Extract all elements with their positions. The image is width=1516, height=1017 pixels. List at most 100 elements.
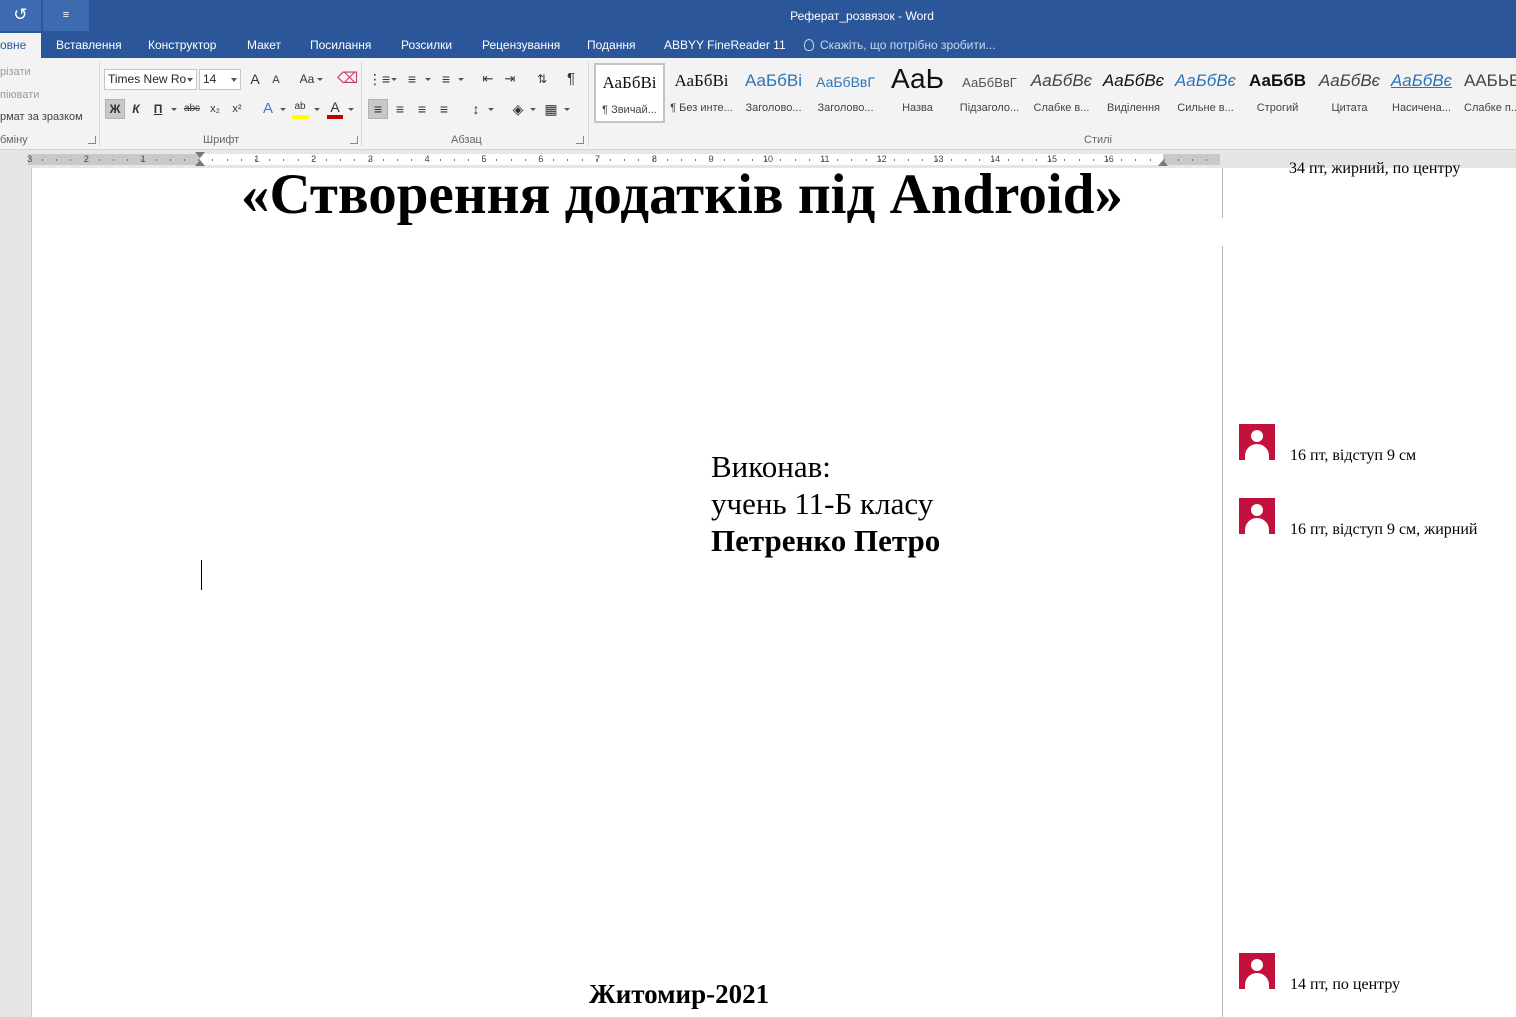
style-intense-quote[interactable]: АаБбВє Насичена... — [1386, 63, 1457, 123]
change-case-button[interactable]: Aa — [295, 69, 319, 89]
comment-text-clipped: 34 пт, жирний, по центру — [1289, 160, 1461, 177]
numbering-icon[interactable]: ≡ — [402, 69, 422, 89]
style-emphasis[interactable]: АаБбВє Виділення — [1098, 63, 1169, 123]
style-name: Насичена... — [1392, 102, 1451, 114]
style-intense-emphasis[interactable]: АаБбВє Сильне в... — [1170, 63, 1241, 123]
ruler-tick — [42, 159, 43, 161]
font-size-combo[interactable]: 14 — [199, 69, 241, 90]
ruler-number: 4 — [424, 154, 430, 164]
style-sample: АаБбВі — [602, 73, 657, 92]
decrease-indent-icon[interactable]: ⇤ — [478, 69, 498, 89]
style-sample: АаБбВ — [1249, 71, 1306, 90]
tab-design[interactable]: Конструктор — [148, 33, 216, 58]
font-launcher-icon[interactable] — [350, 136, 358, 144]
ruler-tick — [1206, 159, 1207, 161]
ruler-number: 1 — [140, 154, 146, 164]
tab-layout[interactable]: Макет — [247, 33, 281, 58]
ruler-left-margin — [28, 154, 200, 165]
ruler-tick — [241, 159, 242, 161]
style-title[interactable]: АаЬ Назва — [882, 63, 953, 123]
format-painter-button[interactable]: рмат за зразком — [0, 111, 83, 123]
highlight-color-icon[interactable]: ab — [290, 97, 310, 117]
first-line-indent-icon[interactable] — [195, 152, 205, 158]
tab-review[interactable]: Рецензування — [482, 33, 560, 58]
avatar-icon — [1239, 953, 1275, 989]
align-center-icon[interactable]: ≡ — [390, 99, 410, 119]
ruler-tick — [1135, 159, 1136, 161]
copy-button[interactable]: піювати — [0, 89, 39, 101]
ruler-tick — [951, 159, 952, 161]
document-page[interactable]: «Створення додатків під Android» Виконав… — [32, 168, 1222, 1017]
tab-mailings[interactable]: Розсилки — [401, 33, 452, 58]
shrink-font-button[interactable]: A — [266, 70, 286, 90]
tab-abbyy[interactable]: ABBYY FineReader 11 — [664, 33, 786, 58]
text-effects-icon[interactable]: A — [258, 99, 278, 119]
chevron-down-icon — [530, 108, 536, 111]
style-normal[interactable]: АаБбВі ¶ Звичай... — [594, 63, 665, 123]
ruler-number: 16 — [1103, 154, 1114, 164]
ruler-tick — [1150, 159, 1151, 161]
comment-text: 14 пт, по центру — [1290, 976, 1401, 993]
ruler-number: 11 — [820, 154, 830, 164]
superscript-button[interactable]: x² — [227, 99, 247, 119]
justify-icon[interactable]: ≡ — [434, 99, 454, 119]
style-no-spacing[interactable]: АаБбВі ¶ Без инте... — [666, 63, 737, 123]
paragraph-launcher-icon[interactable] — [576, 136, 584, 144]
borders-icon[interactable]: ▦ — [541, 99, 561, 119]
increase-indent-icon[interactable]: ⇥ — [500, 69, 520, 89]
shading-icon[interactable]: ◈ — [508, 99, 528, 119]
style-heading-2[interactable]: АаБбВвГ Заголово... — [810, 63, 881, 123]
bold-button[interactable]: Ж — [105, 99, 125, 119]
tab-view[interactable]: Подання — [587, 33, 635, 58]
style-strong[interactable]: АаБбВ Строгий — [1242, 63, 1313, 123]
ruler-tick — [184, 159, 185, 161]
clipboard-launcher-icon[interactable] — [88, 136, 96, 144]
bullets-icon[interactable]: ⋮≡ — [368, 69, 390, 89]
ruler-tick — [1008, 159, 1009, 161]
comment-balloon[interactable]: 16 пт, відступ 9 см — [1239, 424, 1515, 464]
tell-me-search[interactable]: Скажіть, що потрібно зробити... — [804, 33, 996, 58]
chevron-down-icon — [171, 108, 177, 111]
ruler-tick — [979, 159, 980, 161]
multilevel-list-icon[interactable]: ≡ — [436, 69, 456, 89]
chevron-down-icon — [564, 108, 570, 111]
right-indent-icon[interactable] — [1158, 160, 1168, 166]
comment-balloon[interactable]: 14 пт, по центру — [1239, 953, 1515, 993]
tab-references[interactable]: Посилання — [310, 33, 371, 58]
grow-font-button[interactable]: A — [245, 69, 265, 89]
underline-button[interactable]: П — [148, 99, 168, 119]
hanging-indent-icon[interactable] — [195, 160, 205, 166]
ruler-tick — [383, 159, 384, 161]
show-marks-button[interactable]: ¶ — [561, 69, 581, 89]
subscript-button[interactable]: x₂ — [205, 99, 225, 119]
style-subtle-reference[interactable]: ААБЬЕ Слабке п... — [1458, 63, 1516, 123]
style-subtitle[interactable]: АаБбВвГ Підзаголо... — [954, 63, 1025, 123]
ruler-number: 14 — [990, 154, 1001, 164]
comment-balloon[interactable]: 16 пт, відступ 9 см, жирний — [1239, 498, 1515, 538]
align-right-icon[interactable]: ≡ — [412, 99, 432, 119]
tab-home[interactable]: овне — [0, 33, 41, 58]
clear-formatting-icon[interactable]: ⌫ — [337, 69, 358, 89]
chevron-down-icon — [488, 108, 494, 111]
comment-text: 16 пт, відступ 9 см, жирний — [1290, 521, 1478, 538]
style-sample: АаЬ — [891, 63, 944, 94]
ruler-tick — [553, 159, 554, 161]
tab-insert[interactable]: Вставлення — [56, 33, 122, 58]
font-name-combo[interactable]: Times New Ro — [104, 69, 197, 90]
ruler-tick — [113, 159, 114, 161]
align-left-icon[interactable]: ≡ — [368, 99, 388, 119]
ruler-number: 3 — [27, 154, 33, 164]
cut-button[interactable]: різати — [0, 66, 31, 78]
style-heading-1[interactable]: АаБбВі Заголово... — [738, 63, 809, 123]
text-caret — [201, 560, 202, 590]
sort-icon[interactable]: ⇅ — [532, 69, 552, 89]
style-subtle-emphasis[interactable]: АаБбВє Слабке в... — [1026, 63, 1097, 123]
strikethrough-button[interactable]: abc — [182, 99, 202, 119]
ruler-tick — [255, 159, 256, 161]
ruler-tick — [141, 159, 142, 161]
font-color-icon[interactable]: A — [325, 97, 345, 117]
line-spacing-icon[interactable]: ↕ — [466, 99, 486, 119]
style-quote[interactable]: АаБбВє Цитата — [1314, 63, 1385, 123]
ruler-tick — [440, 159, 441, 161]
italic-button[interactable]: К — [126, 99, 146, 119]
